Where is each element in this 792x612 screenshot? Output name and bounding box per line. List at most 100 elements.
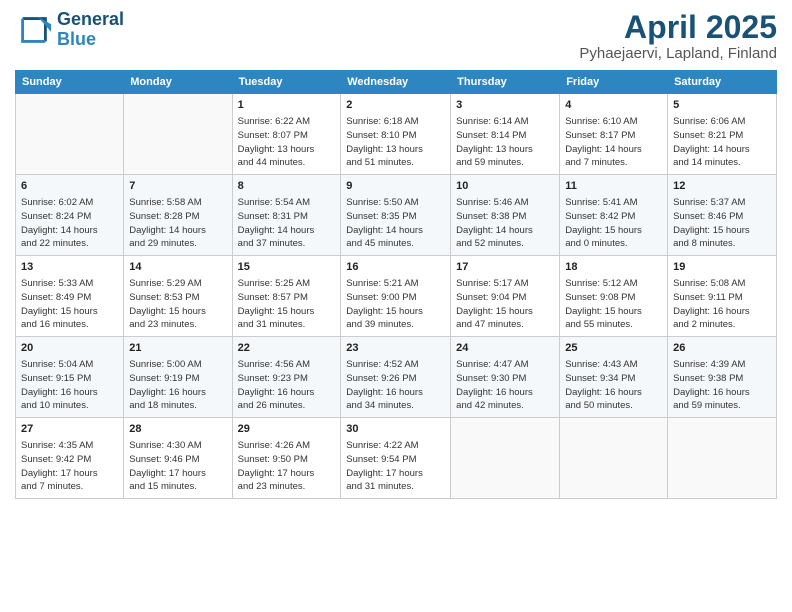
page: General Blue April 2025 Pyhaejaervi, Lap… [0, 0, 792, 612]
day-info: Sunrise: 4:30 AM [129, 439, 226, 453]
day-info: Daylight: 14 hours [129, 224, 226, 238]
day-info: Daylight: 16 hours [565, 386, 662, 400]
calendar-cell [16, 94, 124, 175]
calendar-cell: 6Sunrise: 6:02 AMSunset: 8:24 PMDaylight… [16, 175, 124, 256]
day-info: Daylight: 13 hours [456, 143, 554, 157]
day-info: Daylight: 15 hours [238, 305, 336, 319]
day-info: Sunset: 8:49 PM [21, 291, 118, 305]
day-info: and 8 minutes. [673, 237, 771, 251]
day-info: and 52 minutes. [456, 237, 554, 251]
day-info: and 39 minutes. [346, 318, 445, 332]
day-info: and 29 minutes. [129, 237, 226, 251]
week-row-0: 1Sunrise: 6:22 AMSunset: 8:07 PMDaylight… [16, 94, 777, 175]
day-info: and 26 minutes. [238, 399, 336, 413]
day-info: Sunrise: 4:35 AM [21, 439, 118, 453]
day-info: and 37 minutes. [238, 237, 336, 251]
col-tuesday: Tuesday [232, 71, 341, 94]
day-info: Sunset: 9:19 PM [129, 372, 226, 386]
day-info: Sunset: 8:53 PM [129, 291, 226, 305]
week-row-3: 20Sunrise: 5:04 AMSunset: 9:15 PMDayligh… [16, 337, 777, 418]
day-info: Sunrise: 5:37 AM [673, 196, 771, 210]
day-info: and 18 minutes. [129, 399, 226, 413]
calendar-cell: 25Sunrise: 4:43 AMSunset: 9:34 PMDayligh… [560, 337, 668, 418]
calendar-cell: 5Sunrise: 6:06 AMSunset: 8:21 PMDaylight… [668, 94, 777, 175]
day-info: Daylight: 15 hours [565, 224, 662, 238]
day-info: Sunset: 9:30 PM [456, 372, 554, 386]
col-saturday: Saturday [668, 71, 777, 94]
calendar-title: April 2025 [579, 10, 777, 45]
logo-line2: Blue [57, 29, 96, 49]
day-number: 30 [346, 422, 445, 438]
day-info: Sunrise: 6:06 AM [673, 115, 771, 129]
day-info: Daylight: 17 hours [129, 467, 226, 481]
day-info: Sunrise: 5:17 AM [456, 277, 554, 291]
day-info: Sunrise: 4:43 AM [565, 358, 662, 372]
day-info: Sunset: 9:23 PM [238, 372, 336, 386]
calendar-cell: 28Sunrise: 4:30 AMSunset: 9:46 PMDayligh… [124, 418, 232, 499]
day-number: 15 [238, 260, 336, 276]
day-info: Sunrise: 6:14 AM [456, 115, 554, 129]
day-info: Sunset: 9:54 PM [346, 453, 445, 467]
title-block: April 2025 Pyhaejaervi, Lapland, Finland [579, 10, 777, 62]
day-number: 29 [238, 422, 336, 438]
day-info: Sunrise: 5:12 AM [565, 277, 662, 291]
day-number: 2 [346, 98, 445, 114]
day-info: Sunset: 8:28 PM [129, 210, 226, 224]
day-info: and 15 minutes. [129, 480, 226, 494]
week-row-2: 13Sunrise: 5:33 AMSunset: 8:49 PMDayligh… [16, 256, 777, 337]
day-info: Sunrise: 4:47 AM [456, 358, 554, 372]
day-info: Sunrise: 5:58 AM [129, 196, 226, 210]
day-number: 5 [673, 98, 771, 114]
day-info: and 42 minutes. [456, 399, 554, 413]
day-info: Sunrise: 5:21 AM [346, 277, 445, 291]
calendar-cell: 10Sunrise: 5:46 AMSunset: 8:38 PMDayligh… [451, 175, 560, 256]
day-info: and 31 minutes. [238, 318, 336, 332]
day-info: Sunset: 8:31 PM [238, 210, 336, 224]
day-info: Daylight: 15 hours [21, 305, 118, 319]
day-number: 19 [673, 260, 771, 276]
day-number: 26 [673, 341, 771, 357]
day-info: Sunset: 9:38 PM [673, 372, 771, 386]
calendar-header: Sunday Monday Tuesday Wednesday Thursday… [16, 71, 777, 94]
calendar-cell: 1Sunrise: 6:22 AMSunset: 8:07 PMDaylight… [232, 94, 341, 175]
day-info: Sunset: 8:24 PM [21, 210, 118, 224]
calendar-cell: 2Sunrise: 6:18 AMSunset: 8:10 PMDaylight… [341, 94, 451, 175]
col-thursday: Thursday [451, 71, 560, 94]
day-info: Sunset: 8:07 PM [238, 129, 336, 143]
calendar-cell: 30Sunrise: 4:22 AMSunset: 9:54 PMDayligh… [341, 418, 451, 499]
day-info: Sunset: 9:00 PM [346, 291, 445, 305]
calendar-cell: 17Sunrise: 5:17 AMSunset: 9:04 PMDayligh… [451, 256, 560, 337]
logo: General Blue [15, 10, 124, 50]
day-info: Sunrise: 4:22 AM [346, 439, 445, 453]
day-info: and 47 minutes. [456, 318, 554, 332]
day-info: and 22 minutes. [21, 237, 118, 251]
header-row: Sunday Monday Tuesday Wednesday Thursday… [16, 71, 777, 94]
day-number: 24 [456, 341, 554, 357]
day-number: 9 [346, 179, 445, 195]
calendar-subtitle: Pyhaejaervi, Lapland, Finland [579, 45, 777, 62]
logo-text: General Blue [57, 10, 124, 50]
day-info: Daylight: 14 hours [565, 143, 662, 157]
day-info: Daylight: 15 hours [565, 305, 662, 319]
day-number: 16 [346, 260, 445, 276]
day-number: 7 [129, 179, 226, 195]
calendar-cell: 21Sunrise: 5:00 AMSunset: 9:19 PMDayligh… [124, 337, 232, 418]
day-number: 3 [456, 98, 554, 114]
day-info: Daylight: 17 hours [238, 467, 336, 481]
calendar-cell: 19Sunrise: 5:08 AMSunset: 9:11 PMDayligh… [668, 256, 777, 337]
calendar-table: Sunday Monday Tuesday Wednesday Thursday… [15, 70, 777, 499]
day-info: Sunrise: 5:33 AM [21, 277, 118, 291]
calendar-cell [124, 94, 232, 175]
day-info: Daylight: 17 hours [21, 467, 118, 481]
day-info: Sunset: 9:26 PM [346, 372, 445, 386]
day-number: 21 [129, 341, 226, 357]
day-info: and 23 minutes. [238, 480, 336, 494]
day-info: Daylight: 13 hours [346, 143, 445, 157]
calendar-cell: 4Sunrise: 6:10 AMSunset: 8:17 PMDaylight… [560, 94, 668, 175]
day-info: Sunset: 8:10 PM [346, 129, 445, 143]
day-info: and 45 minutes. [346, 237, 445, 251]
day-info: Sunrise: 6:22 AM [238, 115, 336, 129]
calendar-cell: 16Sunrise: 5:21 AMSunset: 9:00 PMDayligh… [341, 256, 451, 337]
calendar-cell [451, 418, 560, 499]
day-number: 14 [129, 260, 226, 276]
